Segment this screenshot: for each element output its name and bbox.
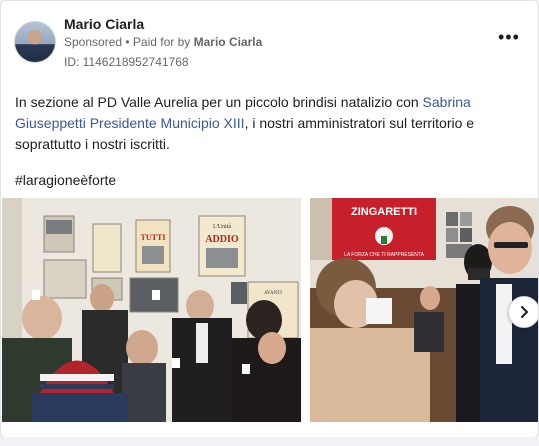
feed-background <box>0 437 539 446</box>
banner-title: ZINGARETTI <box>351 206 417 218</box>
headline-text-1: AVANTI <box>264 291 282 296</box>
hashtag-link[interactable]: #laragioneèforte <box>15 172 116 188</box>
banner-subtitle: LA FORZA CHE TI RAPPRESENTA <box>344 252 424 258</box>
sponsored-line: Sponsored • Paid for by Mario Ciarla <box>64 35 262 49</box>
headline-text-2: TUTTI <box>141 233 166 242</box>
more-horizontal-icon: ••• <box>498 27 520 47</box>
zingaretti-banner-photo: ZINGARETTI LA FORZA CHE TI RAPPRESENTA <box>310 198 538 422</box>
carousel-next-button[interactable] <box>508 296 538 328</box>
paid-for-name[interactable]: Mario Ciarla <box>194 35 263 49</box>
avatar[interactable] <box>14 21 56 63</box>
carousel-photo-1[interactable]: TUTTI L'Unità ADDIO AVANTI <box>2 198 301 422</box>
author-name[interactable]: Mario Ciarla <box>64 16 144 32</box>
post-text-start: In sezione al PD Valle Aurelia per un pi… <box>15 94 423 110</box>
headline-text-4: ADDIO <box>205 234 239 245</box>
sponsored-label: Sponsored <box>64 35 123 49</box>
ad-card: Mario Ciarla Sponsored • Paid for by Mar… <box>0 0 539 438</box>
headline-text-3: L'Unità <box>213 224 231 230</box>
carousel-photo-2[interactable]: ZINGARETTI LA FORZA CHE TI RAPPRESENTA <box>310 198 538 422</box>
party-room-photo: TUTTI L'Unità ADDIO AVANTI <box>2 198 301 422</box>
ad-id: ID: 1146218952741768 <box>64 55 189 69</box>
chevron-right-icon <box>521 306 528 318</box>
paid-for-prefix: • Paid for by <box>122 35 194 49</box>
post-text: In sezione al PD Valle Aurelia per un pi… <box>15 92 520 155</box>
more-options-button[interactable]: ••• <box>498 28 520 46</box>
